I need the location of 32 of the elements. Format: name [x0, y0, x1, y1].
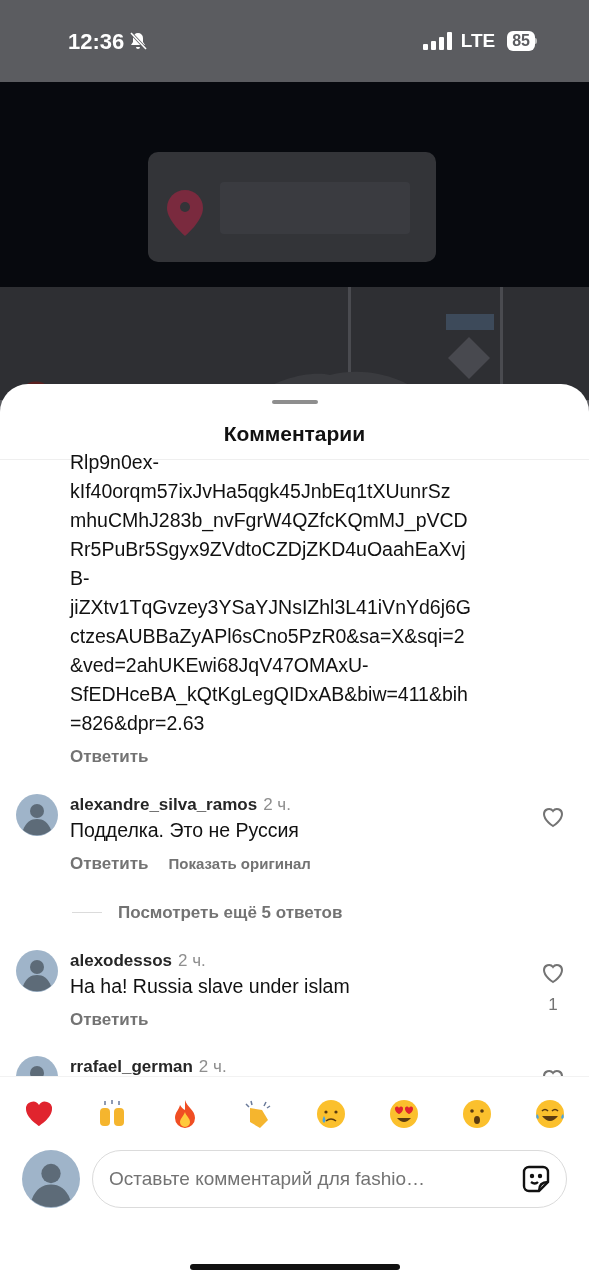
reply-button[interactable]: Ответить	[70, 850, 149, 876]
comment-time: 2 ч.	[198, 1056, 227, 1076]
view-more-replies-link[interactable]: Посмотреть ещё 5 ответов	[118, 900, 343, 926]
drag-handle[interactable]	[271, 400, 318, 404]
username[interactable]: rrafael_german	[70, 1056, 193, 1076]
comment-input[interactable]: Оставьте комментарий для fashio…	[92, 1150, 567, 1208]
like-count: 1	[548, 993, 558, 1016]
network-label: LTE	[460, 28, 496, 53]
laughing-face-icon[interactable]	[534, 1097, 566, 1130]
username[interactable]: alexandre_silva_ramos	[70, 793, 258, 816]
comment-text: Ha ha! Russia slave under islam	[70, 973, 351, 999]
sheet-title: Комментарии	[223, 421, 366, 447]
comment-time: 2 ч.	[263, 793, 291, 816]
reply-button[interactable]: Ответить	[70, 1006, 149, 1032]
avatar[interactable]	[16, 793, 58, 836]
sticker-icon[interactable]	[521, 1164, 551, 1194]
comment-time: 2 ч.	[178, 949, 206, 972]
heart-icon[interactable]	[541, 961, 565, 984]
heart-eyes-face-icon[interactable]	[388, 1097, 420, 1130]
reply-button[interactable]: Ответить	[70, 744, 149, 770]
username[interactable]: alexodessos	[70, 949, 173, 972]
surprised-face-icon[interactable]	[461, 1097, 493, 1130]
clock-time: 12:36	[68, 27, 125, 56]
comment-text: Rlp9n0ex- kIf40orqm57ixJvHa5qgk45JnbEq1tXUunrSz mhuCMhJ283b_nvFgrW4QZfcKQmMJ_pVCD Rr5PuBr5Sgyx9ZVdtoCZDjZKD4uOaahEaXvj B- jiZXtv1TqGvzey3YSaYJNsIZhl3L41iVnYd6j6G ctzesAUBBaZyAPl6sCno5PzR0&sa=X&sqi=2 &ved=2ahUKEwi68JqV47OMAxU- SfEDHceBA_kQtKgLegQIDxAB&biw=411&bih =826&dpr=2.63	[70, 450, 473, 736]
show-original-button[interactable]: Показать оригинал	[168, 852, 311, 875]
signal-icon	[422, 31, 453, 51]
avatar[interactable]	[22, 1150, 80, 1208]
battery-level: 85	[507, 31, 535, 51]
comment-text: Подделка. Это не Руссия	[70, 817, 300, 843]
heart-icon[interactable]	[541, 805, 565, 828]
avatar[interactable]	[16, 949, 58, 992]
crying-face-icon[interactable]	[315, 1097, 347, 1130]
